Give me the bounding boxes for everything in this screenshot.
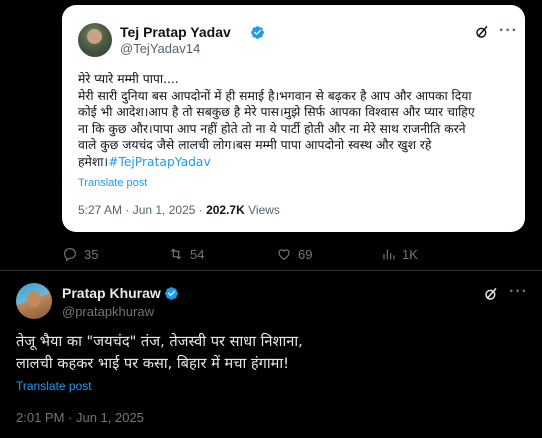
like-button[interactable]: 69 [276, 246, 312, 262]
quoted-text-line: कोई भी आदेश।आप है तो सबकुछ है मेरे पास।म… [78, 105, 475, 120]
views-icon [383, 249, 395, 260]
quoted-author-handle[interactable]: @TejYadav14 [120, 41, 200, 56]
grok-icon[interactable] [483, 286, 499, 302]
author-avatar[interactable] [16, 283, 52, 319]
action-bar: 35 54 69 1K [62, 246, 532, 266]
quoted-text-prefix: हमेशा। [78, 154, 109, 169]
quoted-views-label: Views [244, 203, 280, 217]
quoted-translate-link[interactable]: Translate post [78, 177, 147, 189]
verified-badge-icon [165, 287, 178, 300]
tweet-text-line: तेजू भैया का "जयचंद" तंज, तेजस्वी पर साध… [16, 333, 303, 350]
verified-badge-icon [251, 26, 264, 39]
repost-button[interactable]: 54 [168, 246, 204, 262]
reply-icon [64, 248, 76, 262]
quoted-author-name[interactable]: Tej Pratap Yadav [120, 24, 231, 40]
tweet-timestamp[interactable]: 2:01 PM · Jun 1, 2025 [16, 410, 144, 425]
quoted-tweet-card[interactable]: Tej Pratap Yadav @TejYadav14 ··· मेरे प्… [62, 5, 525, 232]
divider [0, 270, 542, 271]
quoted-text-line: मेरे प्यारे मम्मी पापा.... [78, 72, 179, 86]
quoted-text-line: वाले कुछ जयचंद जैसे लालची लोग।बस मम्मी प… [78, 138, 432, 153]
author-handle[interactable]: @pratapkhuraw [62, 304, 154, 319]
author-name[interactable]: Pratap Khuraw [62, 285, 161, 301]
reply-count: 35 [84, 246, 99, 262]
quoted-author-avatar[interactable] [78, 23, 112, 57]
more-icon[interactable]: ··· [509, 283, 528, 301]
quoted-views-count: 202.7K [206, 203, 245, 217]
like-icon [278, 249, 290, 261]
like-count: 69 [298, 246, 313, 262]
quoted-tweet-text: मेरे प्यारे मम्मी पापा.... मेरी सारी दुन… [78, 71, 518, 171]
views-count: 1K [402, 246, 418, 262]
quoted-text-line: ना कि कुछ और।पापा आप नहीं होते तो ना ये … [78, 121, 466, 136]
reply-button[interactable]: 35 [62, 246, 98, 262]
quoted-more-icon[interactable]: ··· [499, 22, 518, 40]
repost-count: 54 [190, 246, 205, 262]
quoted-text-line: मेरी सारी दुनिया बस आपदोनों में ही समाई … [78, 88, 472, 103]
hashtag-link[interactable]: #TejPratapYadav [108, 155, 211, 169]
grok-icon[interactable] [474, 24, 490, 40]
quoted-timestamp[interactable]: 5:27 AM · Jun 1, 2025 · [78, 203, 206, 217]
tweet-text: तेजू भैया का "जयचंद" तंज, तेजस्वी पर साध… [16, 331, 526, 375]
translate-link[interactable]: Translate post [16, 379, 92, 393]
tweet-text-line: लालची कहकर भाई पर कसा, बिहार में मचा हंग… [16, 355, 290, 372]
quoted-text-line-last: हमेशा।#TejPratapYadav [78, 154, 518, 171]
repost-icon [170, 248, 182, 260]
quoted-tweet-meta: 5:27 AM · Jun 1, 2025 · 202.7K Views [78, 203, 280, 217]
views-button[interactable]: 1K [380, 246, 418, 262]
